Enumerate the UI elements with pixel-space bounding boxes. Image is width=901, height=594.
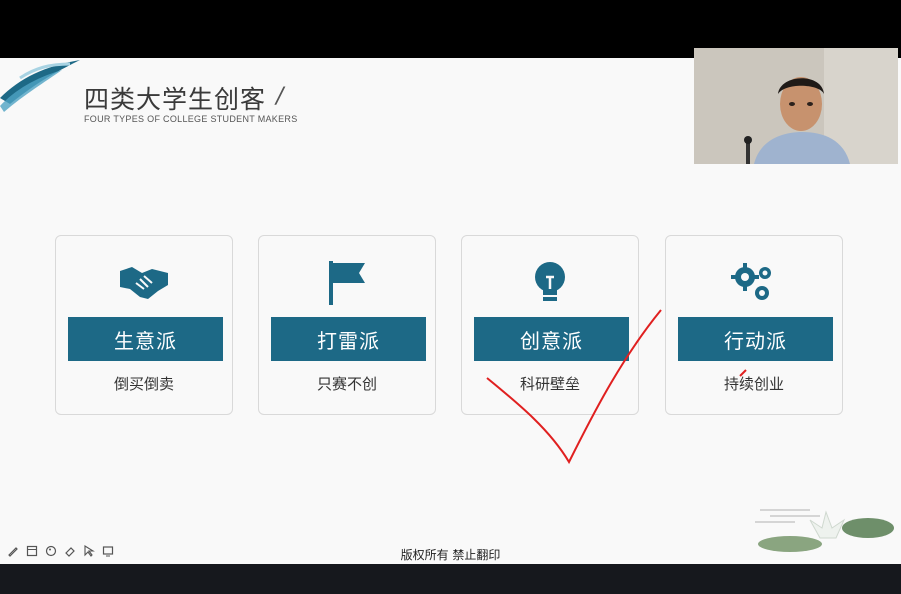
webcam-video-feed[interactable] xyxy=(694,48,898,164)
bottom-bar xyxy=(0,564,901,594)
presenter-avatar xyxy=(694,48,898,164)
